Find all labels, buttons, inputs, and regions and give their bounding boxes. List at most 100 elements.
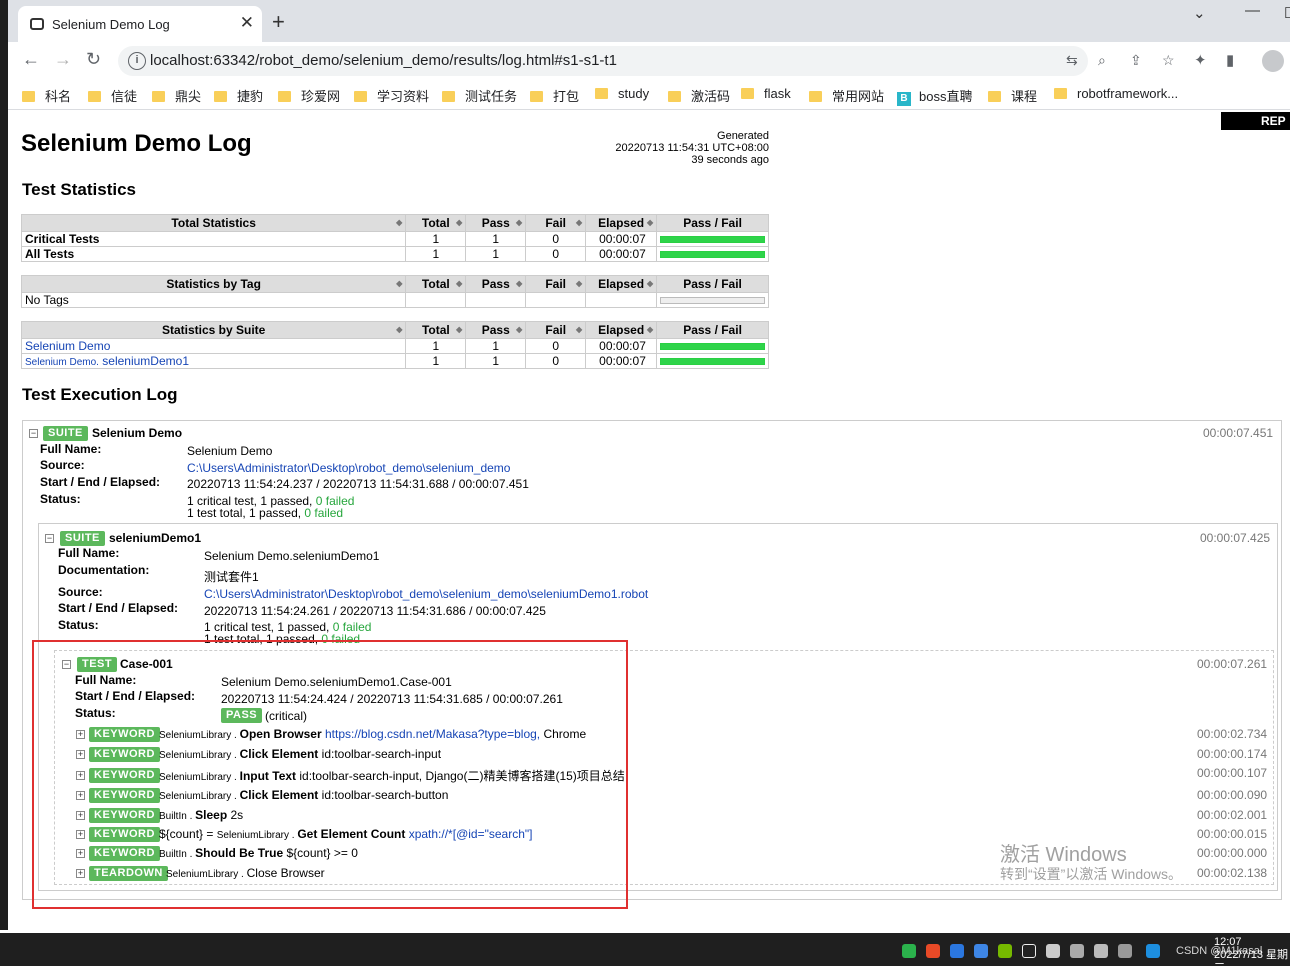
pass-fail-cell [656, 246, 769, 262]
forward-arrow-icon[interactable]: → [54, 49, 72, 70]
bookmark-item[interactable]: 信徒 [88, 86, 137, 105]
bookmark-item[interactable]: study [595, 86, 649, 101]
keyword-elapsed: 00:00:00.107 [1197, 766, 1268, 780]
folder-icon [530, 91, 543, 102]
bookmark-item[interactable]: 打包 [530, 86, 579, 105]
column-header-elapsed[interactable]: Elapsed ◆ [585, 214, 658, 232]
browser-tab[interactable]: Selenium Demo Log ✕ [18, 6, 262, 42]
side-panel-icon[interactable]: ▮ [1226, 51, 1234, 69]
suite-link[interactable]: Selenium Demo. seleniumDemo1 [25, 354, 189, 368]
keyword-elapsed: 00:00:00.000 [1197, 846, 1268, 860]
bookmark-item[interactable]: 学习资料 [354, 86, 429, 105]
tag-statistics-table: Statistics by Tag ◆ Total ◆ Pass ◆ Fail ◆ El… [20, 275, 769, 308]
column-header-pass[interactable]: Pass ◆ [465, 214, 527, 232]
keyboard-icon[interactable] [1046, 944, 1060, 958]
suite-stat-name[interactable]: Selenium Demo. seleniumDemo1 [20, 353, 407, 369]
page-title: Selenium Demo Log [21, 130, 252, 157]
bookmark-item[interactable]: 捷豹 [214, 86, 263, 105]
collapse-toggle-icon[interactable]: − [29, 429, 38, 438]
suite-name[interactable]: Selenium Demo [92, 426, 182, 440]
column-header-total[interactable]: Total ◆ [405, 275, 467, 293]
bookmark-item[interactable]: 课程 [988, 86, 1037, 105]
column-header-pass[interactable]: Pass ◆ [465, 275, 527, 293]
nvidia-icon[interactable] [998, 944, 1012, 958]
tab-close-icon[interactable]: ✕ [240, 13, 254, 33]
system-clock[interactable]: 12:07 2022/7/13 星期三 [1214, 936, 1290, 966]
suite-badge: SUITE [43, 426, 88, 441]
qq-icon[interactable] [1022, 944, 1036, 958]
stat-total: 1 [405, 353, 467, 369]
w-tray-icon[interactable] [950, 944, 964, 958]
source-link[interactable]: C:\Users\Administrator\Desktop\robot_dem… [187, 461, 510, 475]
clock-date: 2022/7/13 星期三 [1214, 949, 1288, 966]
status-label: Status: [58, 618, 99, 632]
url-text[interactable]: localhost:63342/robot_demo/selenium_demo… [150, 52, 617, 69]
pass-fail-cell [656, 292, 769, 308]
column-header-name[interactable]: Statistics by Tag ◆ [20, 275, 407, 293]
column-header-elapsed[interactable]: Elapsed ◆ [585, 275, 658, 293]
app-tray-icon[interactable] [926, 944, 940, 958]
source-link[interactable]: C:\Users\Administrator\Desktop\robot_dem… [204, 587, 648, 601]
site-info-icon[interactable]: i [128, 52, 146, 70]
clock-time: 12:07 [1214, 936, 1242, 948]
bookmark-item[interactable]: 常用网站 [809, 86, 884, 105]
column-header-fail[interactable]: Fail ◆ [525, 321, 587, 339]
report-button[interactable]: REP [1221, 112, 1290, 130]
bookmark-item[interactable]: 鼎尖 [152, 86, 201, 105]
back-arrow-icon[interactable]: ← [22, 49, 40, 70]
translate-icon[interactable]: ⇆ [1066, 52, 1078, 69]
bookmark-item[interactable]: 珍爱网 [278, 86, 340, 105]
stat-name: All Tests [20, 246, 407, 262]
tab-search-chevron-icon[interactable]: ⌄ [1193, 4, 1206, 22]
column-header-total[interactable]: Total ◆ [405, 214, 467, 232]
minimize-icon[interactable]: — [1245, 2, 1260, 19]
ime-icon[interactable] [1118, 944, 1132, 958]
wechat-icon[interactable] [902, 944, 916, 958]
bookmark-item[interactable]: flask [741, 86, 791, 101]
browser-toolbar: ← → ↻ i localhost:63342/robot_demo/selen… [8, 42, 1290, 80]
profile-avatar[interactable] [1262, 50, 1284, 72]
test-elapsed: 00:00:07.261 [1197, 657, 1268, 671]
sort-icon: ◆ [456, 218, 463, 227]
suite-stat-name[interactable]: Selenium Demo [20, 338, 407, 354]
maximize-icon[interactable]: ☐ [1284, 4, 1290, 22]
bookmark-item[interactable]: 测试任务 [442, 86, 517, 105]
generated-ago: 39 seconds ago [691, 154, 769, 166]
bookmark-item[interactable]: Bboss直聘 [897, 86, 972, 106]
left-editor-strip [0, 0, 8, 930]
bookmark-item[interactable]: 激活码 [668, 86, 730, 105]
new-tab-icon[interactable]: + [272, 9, 285, 35]
column-header-name[interactable]: Total Statistics ◆ [20, 214, 407, 232]
baidu-tray-icon[interactable] [974, 944, 988, 958]
extensions-puzzle-icon[interactable]: ✦ [1194, 51, 1207, 69]
keyword-elapsed: 00:00:00.174 [1197, 747, 1268, 761]
table-row: Selenium Demo 1 1 0 00:00:07 [20, 338, 769, 354]
column-header-fail[interactable]: Fail ◆ [525, 214, 587, 232]
column-header-pass[interactable]: Pass ◆ [465, 321, 527, 339]
q-app-icon[interactable] [1146, 944, 1160, 958]
collapse-toggle-icon[interactable]: − [45, 534, 54, 543]
column-header-fail[interactable]: Fail ◆ [525, 275, 587, 293]
bookmark-item[interactable]: robotframework... [1054, 86, 1178, 101]
share-icon[interactable]: ⇪ [1130, 52, 1142, 69]
stat-fail: 0 [525, 246, 587, 262]
suite-name[interactable]: seleniumDemo1 [109, 531, 201, 545]
folder-icon [442, 91, 455, 102]
bookmark-star-icon[interactable]: ☆ [1162, 52, 1175, 69]
reload-icon[interactable]: ↻ [86, 49, 101, 70]
column-header-total[interactable]: Total ◆ [405, 321, 467, 339]
folder-icon [88, 91, 101, 102]
suite-badge: SUITE [60, 531, 105, 546]
volume-icon[interactable] [1094, 944, 1108, 958]
network-icon[interactable] [1070, 944, 1084, 958]
keyword-elapsed: 00:00:02.001 [1197, 808, 1268, 822]
start-end-label: Start / End / Elapsed: [40, 475, 161, 489]
bookmark-item[interactable]: 科名 [22, 86, 71, 105]
zoom-icon[interactable]: ⌕ [1098, 52, 1106, 69]
column-header-elapsed[interactable]: Elapsed ◆ [585, 321, 658, 339]
table-row: Selenium Demo. seleniumDemo1 1 1 0 00:00… [20, 353, 769, 369]
column-header-name[interactable]: Statistics by Suite ◆ [20, 321, 407, 339]
address-bar[interactable]: i localhost:63342/robot_demo/selenium_de… [118, 46, 1175, 76]
suite-link[interactable]: Selenium Demo [25, 339, 110, 353]
sort-icon: ◆ [646, 279, 654, 288]
